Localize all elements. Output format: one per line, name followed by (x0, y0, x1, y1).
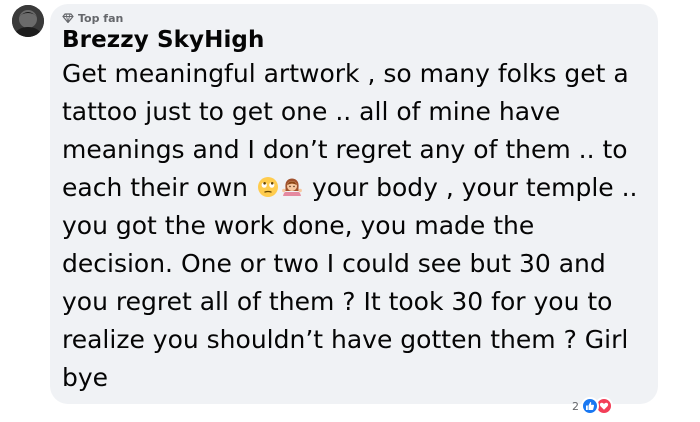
badge-label: Top fan (78, 11, 124, 25)
avatar[interactable] (12, 5, 44, 37)
diamond-icon (62, 13, 74, 23)
top-fan-badge: Top fan (62, 11, 646, 25)
comment-bubble: Top fan Brezzy SkyHigh Get meaningful ar… (50, 4, 658, 404)
comment-text-part-2: your body , your temple .. you got the w… (62, 173, 638, 392)
woman-shrugging-emoji-icon (282, 178, 302, 196)
comment-text: Get meaningful artwork , so many folks g… (62, 55, 652, 397)
like-icon (581, 397, 599, 415)
avatar-image (12, 5, 44, 37)
reactions-summary[interactable]: 2 (572, 397, 613, 415)
eye-roll-emoji-icon (257, 177, 278, 197)
author-name[interactable]: Brezzy SkyHigh (62, 26, 646, 54)
reaction-count: 2 (572, 399, 579, 413)
